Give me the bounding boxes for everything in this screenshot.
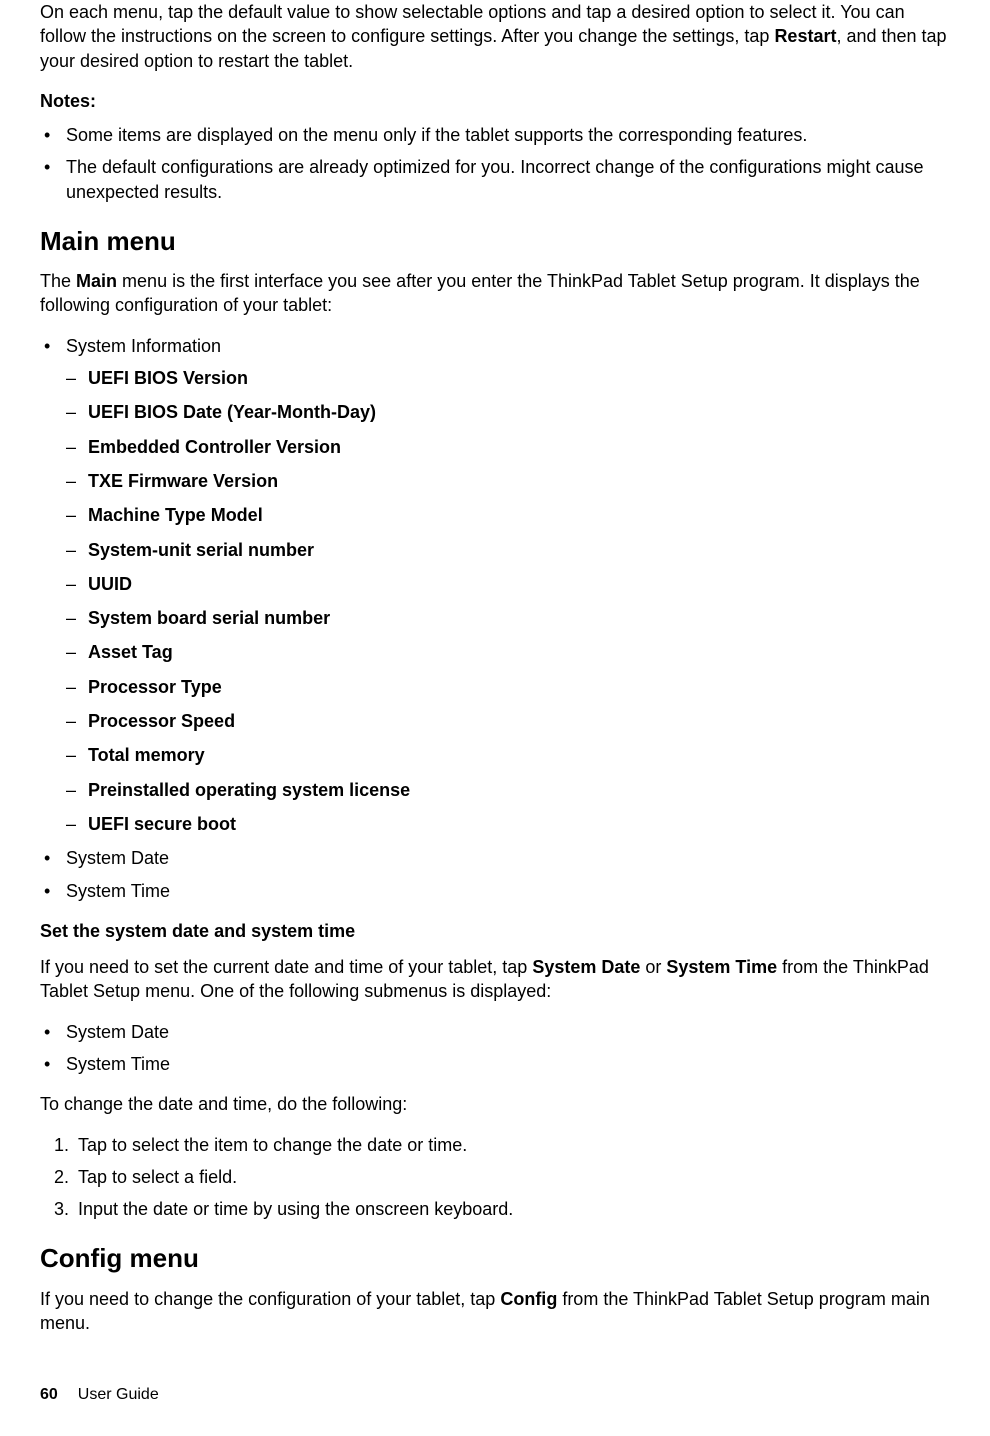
intro-paragraph: On each menu, tap the default value to s… [40, 0, 950, 73]
set-dt-item: System Date [40, 1020, 950, 1044]
intro-restart-word: Restart [774, 26, 836, 46]
notes-list: Some items are displayed on the menu onl… [40, 123, 950, 204]
step-item: Tap to select the item to change the dat… [54, 1133, 950, 1157]
set-datetime-heading: Set the system date and system time [40, 919, 950, 943]
page-footer: 60 User Guide [40, 1384, 159, 1406]
sysinfo-subitem: Embedded Controller Version [66, 435, 950, 459]
sysinfo-sublist: UEFI BIOS Version UEFI BIOS Date (Year-M… [66, 366, 950, 836]
set-dt-text-a: If you need to set the current date and … [40, 957, 532, 977]
set-datetime-intro: If you need to set the current date and … [40, 955, 950, 1004]
set-dt-sysdate: System Date [532, 957, 640, 977]
notes-item: Some items are displayed on the menu onl… [40, 123, 950, 147]
set-dt-list: System Date System Time [40, 1020, 950, 1077]
config-menu-heading: Config menu [40, 1241, 950, 1276]
set-dt-steps: Tap to select the item to change the dat… [40, 1133, 950, 1222]
config-menu-intro: If you need to change the configuration … [40, 1287, 950, 1336]
set-dt-systime: System Time [666, 957, 777, 977]
step-item: Input the date or time by using the onsc… [54, 1197, 950, 1221]
sysinfo-item: System Information UEFI BIOS Version UEF… [40, 334, 950, 836]
main-menu-list: System Information UEFI BIOS Version UEF… [40, 334, 950, 903]
main-menu-text-a: The [40, 271, 76, 291]
sysinfo-subitem: Processor Type [66, 675, 950, 699]
main-menu-intro: The Main menu is the first interface you… [40, 269, 950, 318]
set-dt-text-c: or [640, 957, 666, 977]
main-menu-extra: System Time [40, 879, 950, 903]
sysinfo-subitem: UEFI BIOS Date (Year-Month-Day) [66, 400, 950, 424]
notes-item: The default configurations are already o… [40, 155, 950, 204]
step-item: Tap to select a field. [54, 1165, 950, 1189]
sysinfo-subitem: Machine Type Model [66, 503, 950, 527]
sysinfo-subitem: Processor Speed [66, 709, 950, 733]
sysinfo-subitem: TXE Firmware Version [66, 469, 950, 493]
sysinfo-subitem: Preinstalled operating system license [66, 778, 950, 802]
notes-heading: Notes: [40, 89, 950, 113]
sysinfo-subitem: Asset Tag [66, 640, 950, 664]
sysinfo-subitem: UUID [66, 572, 950, 596]
sysinfo-subitem: UEFI BIOS Version [66, 366, 950, 390]
main-menu-extra: System Date [40, 846, 950, 870]
main-menu-main-word: Main [76, 271, 117, 291]
sysinfo-subitem: System board serial number [66, 606, 950, 630]
config-text-a: If you need to change the configuration … [40, 1289, 500, 1309]
sysinfo-subitem: Total memory [66, 743, 950, 767]
footer-title: User Guide [78, 1386, 159, 1403]
sysinfo-subitem: UEFI secure boot [66, 812, 950, 836]
sysinfo-subitem: System-unit serial number [66, 538, 950, 562]
main-menu-text-c: menu is the first interface you see afte… [40, 271, 920, 315]
main-menu-heading: Main menu [40, 224, 950, 259]
set-dt-item: System Time [40, 1052, 950, 1076]
config-word: Config [500, 1289, 557, 1309]
set-dt-change-intro: To change the date and time, do the foll… [40, 1092, 950, 1116]
page-number: 60 [40, 1386, 58, 1403]
sysinfo-label: System Information [66, 336, 221, 356]
